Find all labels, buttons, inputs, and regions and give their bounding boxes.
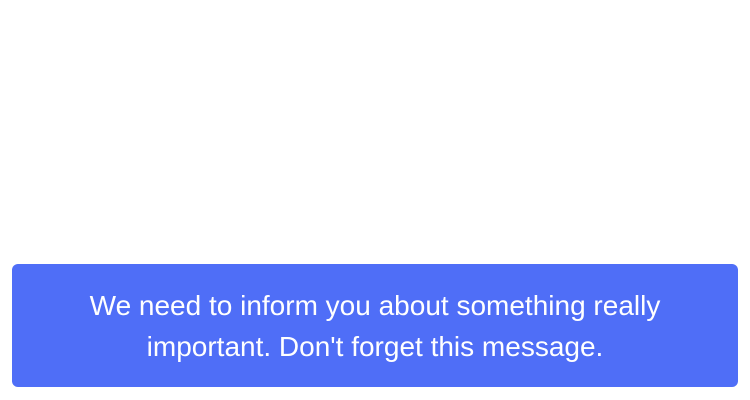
notification-toast[interactable]: We need to inform you about something re… [12, 264, 738, 387]
toast-message: We need to inform you about something re… [89, 289, 661, 362]
app-screen: We need to inform you about something re… [0, 0, 750, 400]
